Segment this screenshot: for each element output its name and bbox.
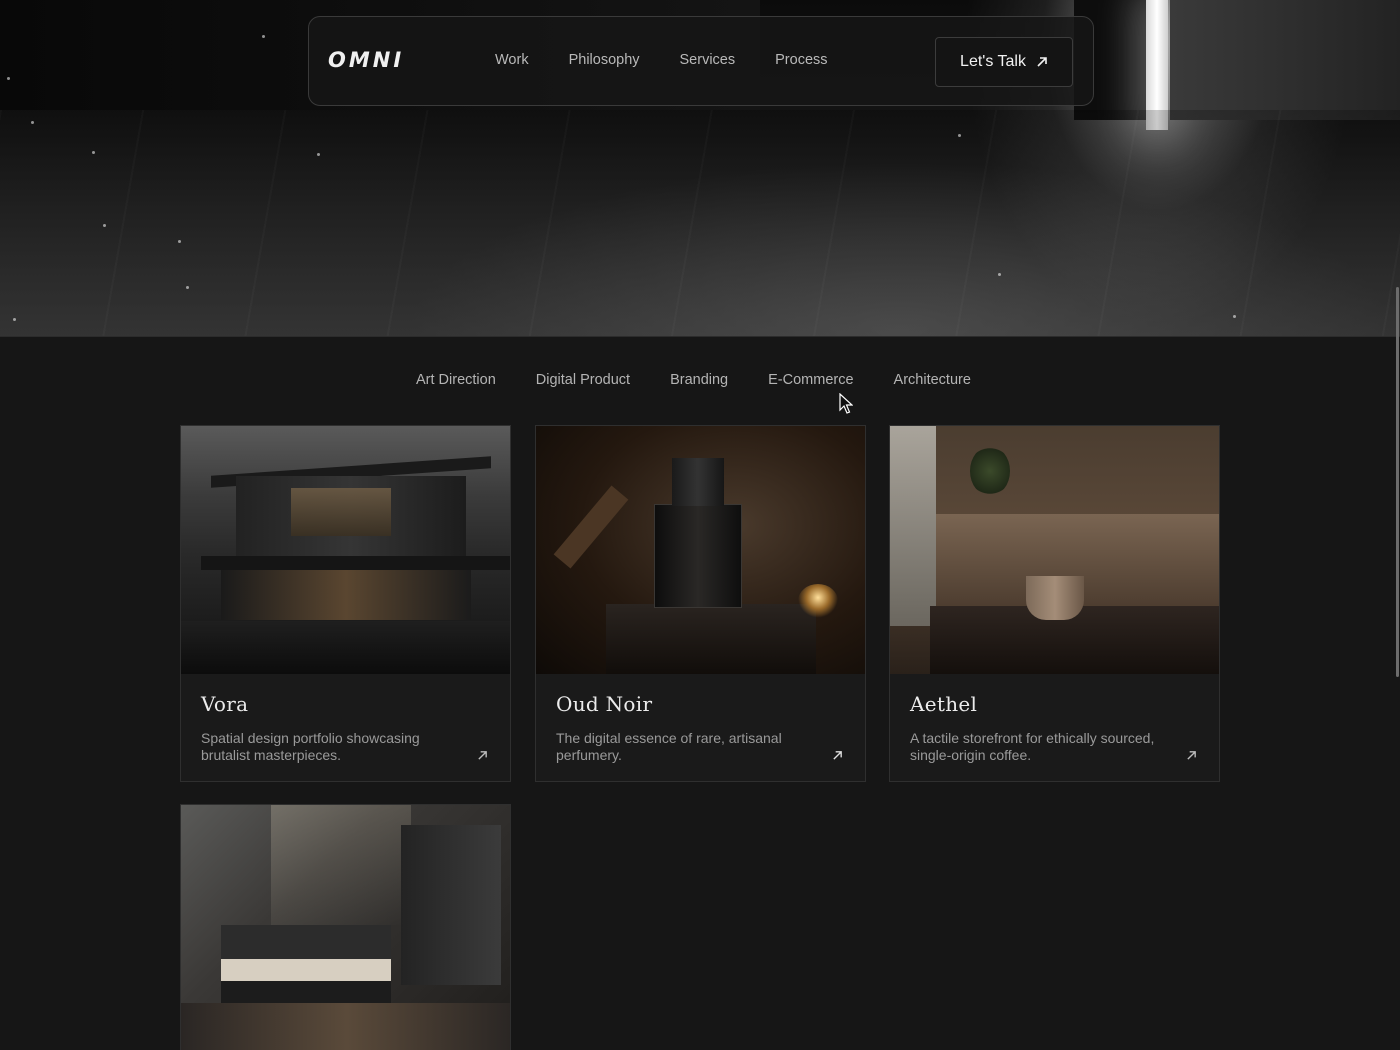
project-card-aethel[interactable]: Aethel A tactile storefront for ethicall… bbox=[889, 425, 1220, 782]
project-card-body: Oud Noir The digital essence of rare, ar… bbox=[536, 674, 865, 781]
lets-talk-button[interactable]: Let's Talk bbox=[935, 37, 1073, 87]
project-description: The digital essence of rare, artisanal p… bbox=[556, 730, 782, 763]
hero-wall-right bbox=[1170, 0, 1400, 120]
page-scrollbar-thumb[interactable] bbox=[1396, 287, 1399, 677]
hero-particle bbox=[31, 121, 34, 124]
project-image-oud-noir bbox=[536, 426, 865, 674]
hero-particle bbox=[92, 151, 95, 154]
hero-particle bbox=[178, 240, 181, 243]
hero-particle bbox=[317, 153, 320, 156]
filter-branding[interactable]: Branding bbox=[670, 372, 728, 388]
arrow-up-right-icon[interactable] bbox=[1186, 750, 1197, 761]
project-title: Vora bbox=[201, 692, 249, 716]
project-image-vora bbox=[181, 426, 510, 674]
nav-link-work[interactable]: Work bbox=[495, 52, 529, 68]
hero-particle bbox=[958, 134, 961, 137]
filter-digital-product[interactable]: Digital Product bbox=[536, 372, 630, 388]
filter-architecture[interactable]: Architecture bbox=[894, 372, 971, 388]
hero-divider bbox=[0, 336, 1400, 337]
hero-particle bbox=[1233, 315, 1236, 318]
hero-particle bbox=[13, 318, 16, 321]
arrow-up-right-icon[interactable] bbox=[477, 750, 488, 761]
hero-particle bbox=[7, 77, 10, 80]
nav-link-philosophy[interactable]: Philosophy bbox=[569, 52, 640, 68]
brand-logo[interactable]: OMNI bbox=[328, 48, 404, 72]
arrow-up-right-icon[interactable] bbox=[832, 750, 843, 761]
category-filters: Art Direction Digital Product Branding E… bbox=[416, 372, 971, 388]
project-card-body: Aethel A tactile storefront for ethicall… bbox=[890, 674, 1219, 781]
project-title: Oud Noir bbox=[556, 692, 653, 716]
lets-talk-label: Let's Talk bbox=[960, 53, 1026, 70]
filter-art-direction[interactable]: Art Direction bbox=[416, 372, 496, 388]
nav-links: Work Philosophy Services Process bbox=[495, 52, 828, 68]
project-image-aethel bbox=[890, 426, 1219, 674]
mouse-cursor-icon bbox=[839, 393, 853, 414]
project-description: Spatial design portfolio showcasing brut… bbox=[201, 730, 420, 763]
project-card-vora[interactable]: Vora Spatial design portfolio showcasing… bbox=[180, 425, 511, 782]
hero-particle bbox=[103, 224, 106, 227]
project-title: Aethel bbox=[910, 692, 978, 716]
nav-link-services[interactable]: Services bbox=[680, 52, 736, 68]
arrow-up-right-icon bbox=[1037, 57, 1047, 67]
hero-floor bbox=[0, 110, 1400, 337]
project-card-oud-noir[interactable]: Oud Noir The digital essence of rare, ar… bbox=[535, 425, 866, 782]
filter-e-commerce[interactable]: E-Commerce bbox=[768, 372, 853, 388]
project-card-body: Vora Spatial design portfolio showcasing… bbox=[181, 674, 510, 781]
hero-particle bbox=[262, 35, 265, 38]
top-navbar: OMNI Work Philosophy Services Process Le… bbox=[308, 16, 1094, 106]
hero-particle bbox=[186, 286, 189, 289]
nav-link-process[interactable]: Process bbox=[775, 52, 827, 68]
project-description: A tactile storefront for ethically sourc… bbox=[910, 730, 1155, 763]
project-image-fashion bbox=[181, 805, 510, 1050]
hero-particle bbox=[998, 273, 1001, 276]
project-card-fashion[interactable] bbox=[180, 804, 511, 1050]
